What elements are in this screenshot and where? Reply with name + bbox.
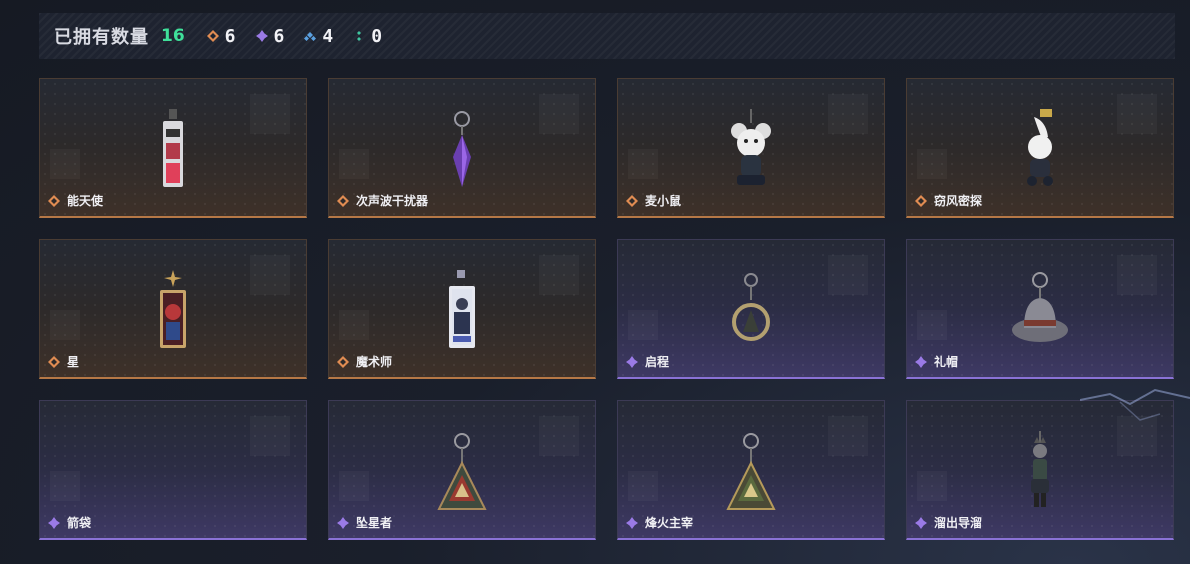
star-card-pendant-icon: [156, 270, 190, 350]
purple-diamond-icon: [915, 517, 927, 529]
pendant-card[interactable]: 烽火主宰: [617, 400, 885, 540]
pendant-card[interactable]: 礼帽: [906, 239, 1174, 379]
owned-count-label: 已拥有数量: [54, 27, 149, 48]
ring-pendant-icon: [731, 270, 771, 350]
purple-diamond-icon: [626, 517, 638, 529]
pendant-name: 魔术师: [356, 355, 393, 369]
stat-green: 0: [353, 26, 382, 47]
triangle-pendant-icon: [437, 431, 487, 511]
stat-green-value: 0: [371, 25, 383, 47]
rabbit-pendant-icon: [1020, 109, 1060, 189]
pendant-name: 溜出导溜: [934, 516, 983, 530]
orange-diamond-icon: [48, 195, 60, 207]
pendant-name: 礼帽: [934, 355, 959, 369]
orange-diamond-icon: [48, 356, 60, 368]
pendant-name: 次声波干扰器: [356, 194, 429, 208]
pendant-card[interactable]: 窃风密探: [906, 78, 1174, 218]
green-diamond-icon: [353, 30, 365, 42]
stat-orange-value: 6: [224, 25, 236, 47]
pendant-name: 坠星者: [356, 516, 393, 530]
triangle-pendant-icon: [726, 431, 776, 511]
hat-pendant-icon: [1010, 270, 1070, 350]
orange-diamond-icon: [337, 356, 349, 368]
pendant-name: 麦小鼠: [645, 194, 682, 208]
pendant-name: 窃风密探: [934, 194, 983, 208]
stat-blue-value: 4: [322, 25, 334, 47]
pendant-card[interactable]: 溜出导溜: [906, 400, 1174, 540]
pendant-card[interactable]: 能天使: [39, 78, 307, 218]
purple-diamond-icon: [626, 356, 638, 368]
collection-header: 已拥有数量 16 6 6 4 0: [39, 13, 1175, 59]
purple-diamond-icon: [915, 356, 927, 368]
pendant-name: 烽火主宰: [645, 516, 694, 530]
stat-purple-value: 6: [273, 25, 285, 47]
orange-diamond-icon: [206, 30, 219, 42]
crystal-pendant-icon: [447, 109, 477, 189]
purple-diamond-icon: [255, 30, 268, 42]
pendant-card[interactable]: 箭袋: [39, 400, 307, 540]
magician-card-pendant-icon: [445, 270, 479, 350]
orange-diamond-icon: [337, 195, 349, 207]
pendant-card[interactable]: 启程: [617, 239, 885, 379]
pendant-card[interactable]: 麦小鼠: [617, 78, 885, 218]
pendant-grid: 能天使 次声波干扰器 麦小鼠 窃风密探 星 魔术师 启程 礼帽 箭袋 坠星者 烽…: [39, 78, 1176, 542]
pendant-name: 箭袋: [67, 516, 92, 530]
pendant-name: 启程: [645, 355, 670, 369]
stat-purple: 6: [255, 25, 285, 47]
pendant-card[interactable]: 坠星者: [328, 400, 596, 540]
pendant-card[interactable]: 星: [39, 239, 307, 379]
orange-diamond-icon: [915, 195, 927, 207]
purple-diamond-icon: [337, 517, 349, 529]
pendant-name: 星: [67, 355, 80, 369]
tag-pendant-icon: [160, 109, 186, 189]
stat-orange: 6: [206, 25, 236, 47]
pendant-name: 能天使: [67, 194, 104, 208]
stat-blue: 4: [304, 26, 333, 47]
figure-pendant-icon: [1025, 431, 1055, 511]
mouse-pendant-icon: [729, 109, 773, 189]
purple-diamond-icon: [48, 517, 60, 529]
pendant-card[interactable]: 魔术师: [328, 239, 596, 379]
blue-diamond-icon: [304, 30, 317, 42]
owned-count-value: 16: [161, 26, 185, 46]
orange-diamond-icon: [626, 195, 638, 207]
pendant-card[interactable]: 次声波干扰器: [328, 78, 596, 218]
